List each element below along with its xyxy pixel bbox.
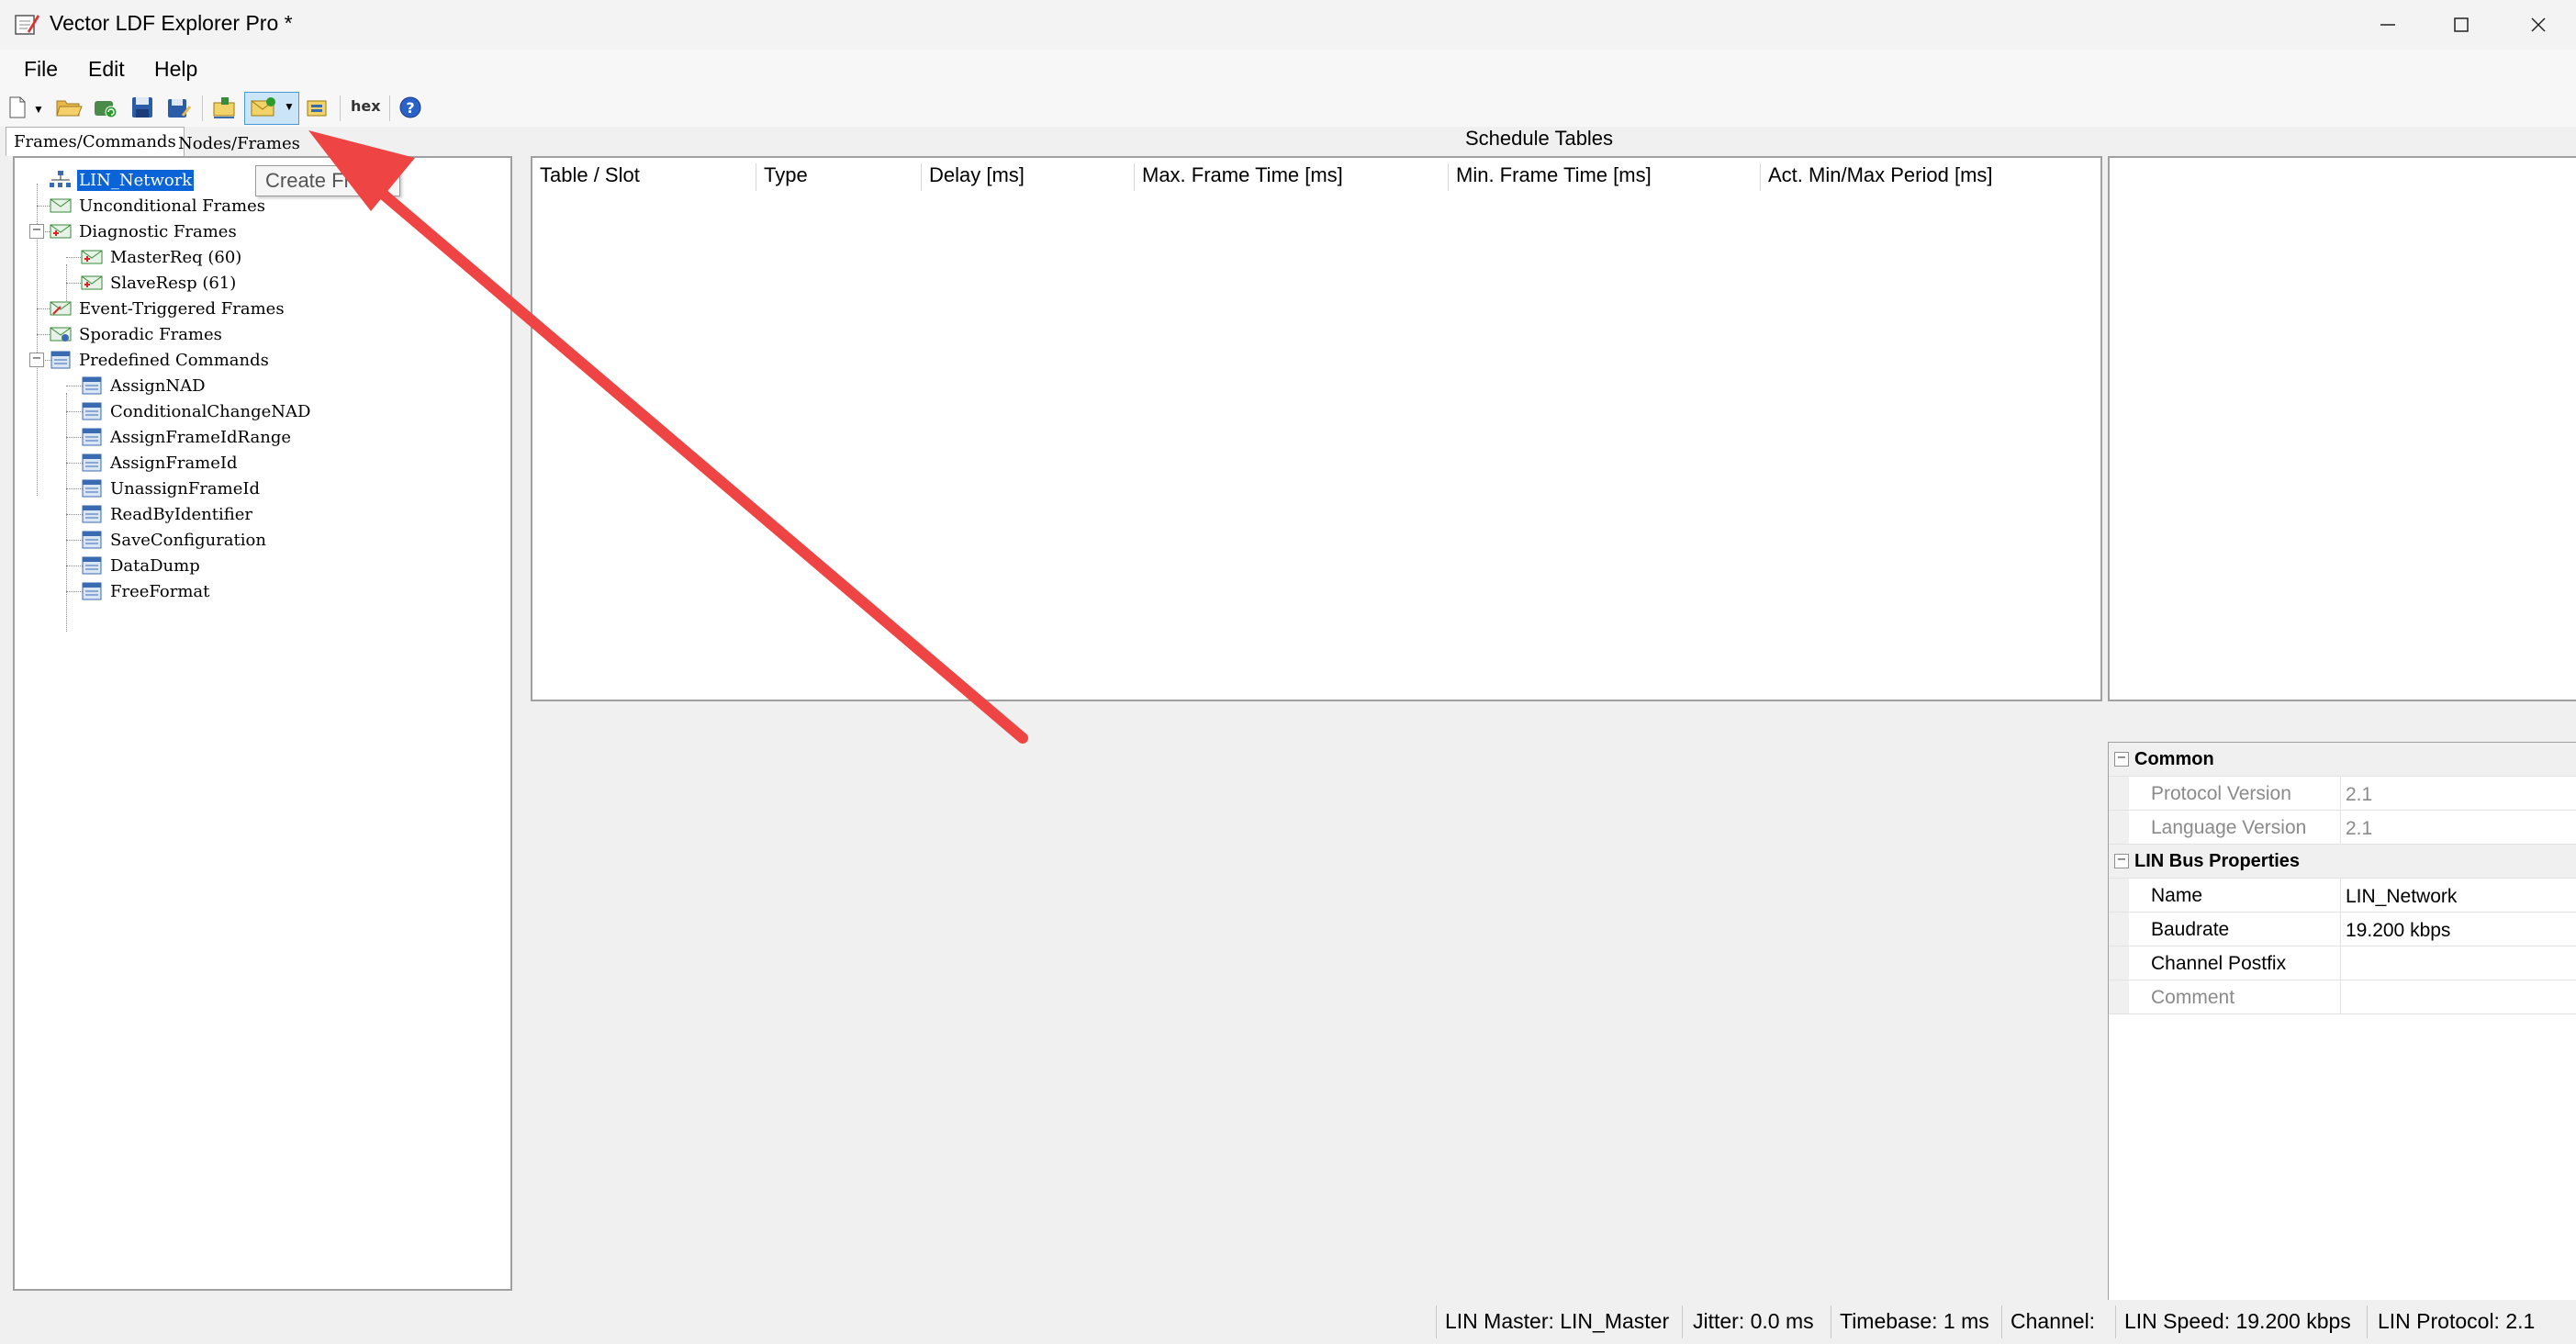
annotation-arrow bbox=[308, 130, 1028, 744]
